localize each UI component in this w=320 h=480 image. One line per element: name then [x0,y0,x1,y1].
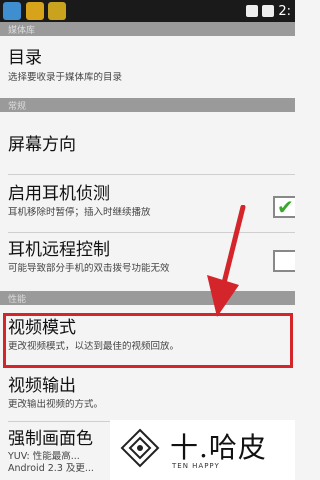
app-notification-icon [3,2,21,20]
watermark: 十.哈皮 TEN HAPPY [110,420,295,480]
app-notification-icon [48,2,66,20]
clock: 2: [278,3,291,19]
status-bar: 2: [0,0,295,22]
item-title: 视频输出 [8,376,76,396]
app-notification-icon [26,2,44,20]
red-arrow-icon [207,205,246,317]
item-subtitle: 更改输出视频的方式。 [8,399,104,410]
item-title: 启用耳机侦测 [8,184,110,204]
highlight-box [3,313,293,368]
check-icon: ✔ [277,195,294,219]
section-header-general: 常规 [0,98,295,112]
settings-item-video-output[interactable]: 视频输出 更改输出视频的方式。 [0,370,295,420]
headset-remote-checkbox[interactable] [273,250,295,272]
settings-item-directory[interactable]: 目录 选择要收录于媒体库的目录 [0,40,295,95]
item-title: 屏幕方向 [8,135,76,155]
section-header-media-library: 媒体库 [0,22,295,36]
headset-detection-checkbox[interactable]: ✔ [273,195,295,219]
watermark-text: 十.哈皮 [170,431,267,464]
diamond-logo-icon [120,428,160,468]
settings-item-screen-orientation[interactable]: 屏幕方向 [0,118,295,174]
battery-icon [262,5,275,17]
item-title: 目录 [8,48,42,68]
signal-icon [246,5,259,17]
watermark-subtext: TEN HAPPY [172,462,220,470]
item-subtitle: 选择要收录于媒体库的目录 [8,72,123,83]
